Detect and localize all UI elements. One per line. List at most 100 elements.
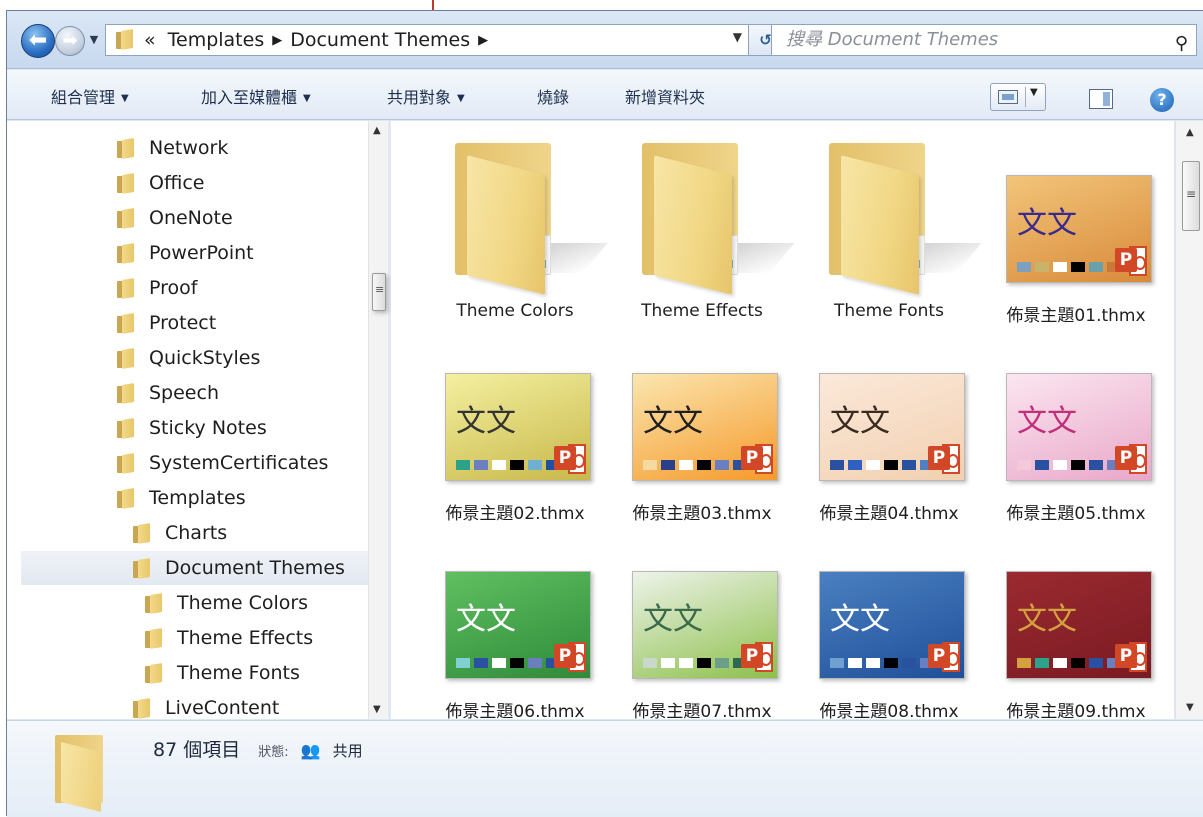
tree-item[interactable]: LiveContent: [133, 691, 279, 719]
item-label: 佈景主題09.thmx: [1006, 702, 1146, 719]
item-label: 佈景主題06.thmx: [445, 702, 585, 719]
tree-item[interactable]: Network: [117, 131, 228, 165]
theme-file-item[interactable]: 文文 P 佈景主題01.thmx: [986, 127, 1166, 326]
tree-item-label: Office: [149, 172, 205, 194]
powerpoint-icon: P: [1115, 444, 1149, 476]
arrow-left-icon: ⬅: [28, 28, 48, 53]
new-folder-button[interactable]: 新增資料夾: [625, 84, 705, 108]
theme-file-item[interactable]: 文文 P 佈景主題05.thmx: [986, 325, 1166, 524]
breadcrumb-overflow[interactable]: «: [144, 29, 156, 51]
help-icon[interactable]: ?: [1150, 88, 1174, 112]
tree-item[interactable]: OneNote: [117, 201, 233, 235]
tree-item[interactable]: Theme Effects: [145, 621, 313, 655]
folder-icon: [117, 138, 135, 158]
tree-item[interactable]: Proof: [117, 271, 197, 305]
organize-label: 組合管理: [51, 88, 116, 107]
powerpoint-icon: P: [741, 642, 775, 674]
folder-icon: [133, 558, 151, 578]
scroll-up-icon[interactable]: ▲: [373, 125, 381, 136]
search-icon[interactable]: ⚲: [1175, 29, 1188, 59]
theme-file-item[interactable]: 文文 P 佈景主題04.thmx: [799, 325, 979, 524]
scroll-up-icon[interactable]: ▲: [1186, 127, 1194, 138]
tree-item[interactable]: PowerPoint: [117, 236, 254, 270]
folder-icon: [117, 208, 135, 228]
tree-item-label: Network: [149, 137, 229, 159]
chevron-down-icon[interactable]: ▼: [1030, 87, 1038, 98]
scroll-thumb[interactable]: [1182, 161, 1200, 231]
tree-item-label: Theme Colors: [177, 592, 309, 614]
address-history-dropdown[interactable]: ▼: [733, 30, 742, 44]
theme-file-item[interactable]: 文文 P 佈景主題09.thmx: [986, 523, 1166, 719]
organize-menu[interactable]: 組合管理 ▼: [51, 84, 129, 108]
tree-item[interactable]: Theme Colors: [145, 586, 308, 620]
scroll-down-icon[interactable]: ▼: [1186, 702, 1194, 713]
forward-button[interactable]: ➡: [55, 26, 85, 56]
thumbnail-text: 文文: [643, 404, 703, 439]
tree-item[interactable]: Charts: [133, 516, 227, 550]
folder-icon: [117, 313, 135, 333]
scroll-thumb[interactable]: [372, 273, 386, 311]
breadcrumb-separator-icon[interactable]: ▶: [478, 33, 488, 48]
share-with-menu[interactable]: 共用對象 ▼: [387, 84, 465, 108]
item-label: 佈景主題03.thmx: [632, 504, 772, 524]
folder-icon: [145, 628, 163, 648]
theme-file-item[interactable]: 文文 P 佈景主題07.thmx: [612, 523, 792, 719]
folder-icon: [117, 173, 135, 193]
powerpoint-icon: P: [554, 642, 588, 674]
thumbnail-text: 文文: [456, 602, 516, 637]
theme-file-item[interactable]: 文文 P 佈景主題06.thmx: [425, 523, 605, 719]
tree-item[interactable]: Sticky Notes: [117, 411, 267, 445]
chevron-down-icon: ▼: [457, 93, 465, 104]
theme-file-item[interactable]: 文文 P 佈景主題02.thmx: [425, 325, 605, 524]
file-list-scrollbar[interactable]: ▲ ▼: [1175, 121, 1203, 719]
theme-thumbnail: 文文 P: [632, 571, 778, 679]
recent-pages-button[interactable]: ▼: [87, 30, 101, 50]
tree-item[interactable]: Theme Fonts: [145, 656, 300, 690]
share-with-label: 共用對象: [387, 88, 452, 107]
item-count-text: 87 個項目: [153, 739, 241, 761]
color-swatches: [643, 460, 747, 470]
folder-item[interactable]: Theme Fonts: [799, 127, 982, 323]
item-label: Theme Colors: [456, 301, 574, 321]
search-input[interactable]: 搜尋 Document Themes ⚲: [771, 24, 1197, 56]
breadcrumb-document-themes[interactable]: Document Themes: [290, 29, 470, 51]
theme-thumbnail: 文文 P: [445, 571, 591, 679]
burn-button[interactable]: 燒錄: [537, 84, 569, 108]
back-button[interactable]: ⬅: [21, 24, 55, 58]
folder-icon: [145, 593, 163, 613]
tree-item[interactable]: Document Themes: [21, 551, 369, 585]
tree-item[interactable]: Speech: [117, 376, 219, 410]
search-placeholder: 搜尋 Document Themes: [786, 29, 999, 50]
tree-item[interactable]: Protect: [117, 306, 216, 340]
tree-item[interactable]: SystemCertificates: [117, 446, 328, 480]
add-to-library-menu[interactable]: 加入至媒體櫃 ▼: [201, 84, 311, 108]
scroll-down-icon[interactable]: ▼: [373, 704, 381, 715]
theme-file-item[interactable]: 文文 P 佈景主題08.thmx: [799, 523, 979, 719]
tree-item-label: Document Themes: [165, 557, 345, 579]
address-bar[interactable]: « Templates ▶ Document Themes ▶ ▼: [105, 24, 749, 56]
breadcrumb-separator-icon[interactable]: ▶: [272, 33, 282, 48]
item-label: 佈景主題05.thmx: [1006, 504, 1146, 524]
preview-pane-button[interactable]: [1089, 89, 1113, 109]
tree-item[interactable]: QuickStyles: [117, 341, 260, 375]
breadcrumb-templates[interactable]: Templates: [168, 29, 265, 51]
tree-item-label: OneNote: [149, 207, 233, 229]
folder-icon: [829, 143, 982, 295]
tree-item[interactable]: Templates: [117, 481, 246, 515]
powerpoint-icon: P: [928, 444, 962, 476]
tree-item-label: SystemCertificates: [149, 452, 329, 474]
navigation-scrollbar[interactable]: ▲ ▼: [368, 121, 388, 719]
change-view-button[interactable]: ▼: [990, 83, 1046, 111]
tree-item-label: Speech: [149, 382, 219, 404]
folder-item[interactable]: Theme Colors: [425, 127, 608, 323]
folder-icon: [116, 29, 134, 51]
folder-icon: [117, 418, 135, 438]
tree-item[interactable]: Office: [117, 166, 204, 200]
theme-file-item[interactable]: 文文 P 佈景主題03.thmx: [612, 325, 792, 524]
tree-item-label: Protect: [149, 312, 217, 334]
theme-thumbnail: 文文 P: [445, 373, 591, 481]
color-swatches: [1017, 658, 1121, 668]
folder-item[interactable]: Theme Effects: [612, 127, 795, 323]
item-label: Theme Effects: [641, 301, 763, 321]
item-label: 佈景主題02.thmx: [445, 504, 585, 524]
